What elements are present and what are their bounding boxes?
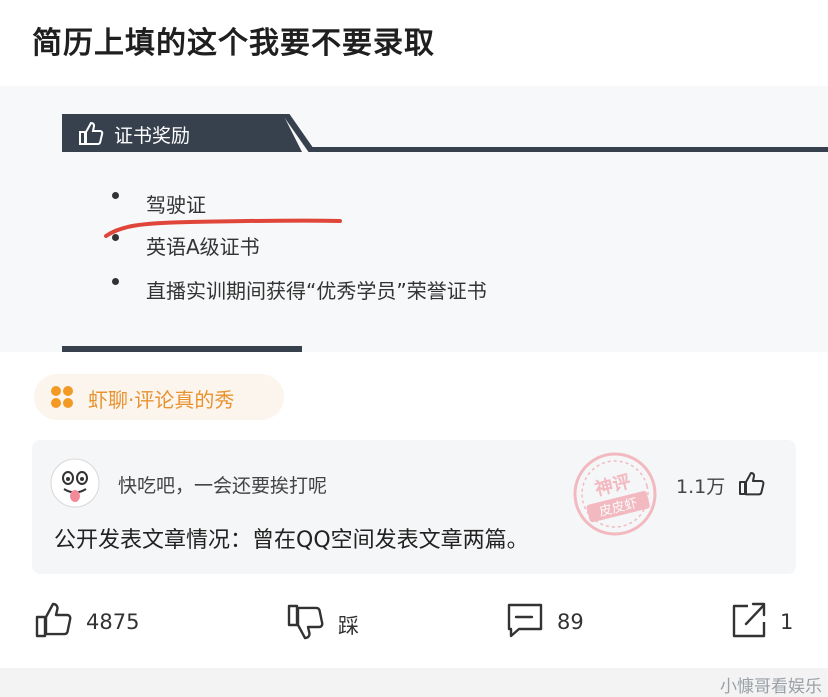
topic-tag[interactable]: 虾聊·评论真的秀 [34, 374, 284, 420]
thumbs-up-icon[interactable] [738, 470, 766, 496]
thumbs-up-icon [35, 602, 72, 638]
share-icon [732, 602, 766, 638]
list-bullet [112, 192, 119, 199]
comment-count: 89 [557, 610, 584, 634]
certificate-item: 英语A级证书 [146, 235, 260, 259]
stamp-line2: 皮皮虾 [598, 496, 639, 520]
comment-icon [507, 603, 543, 638]
featured-comment[interactable]: 快吃吧，一会还要挨打呢 神评 皮皮虾 1.1万 公开发表文章情况：曾在QQ空间发… [32, 440, 796, 574]
action-bar: 4875 踩 89 1 [0, 590, 828, 660]
certificate-item: 直播实训期间获得“优秀学员”荣誉证书 [146, 279, 487, 303]
dislike-label: 踩 [338, 614, 359, 638]
god-comment-stamp: 神评 皮皮虾 [573, 452, 657, 536]
post-title: 简历上填的这个我要不要录取 [32, 26, 435, 61]
like-count: 4875 [86, 610, 140, 634]
resume-image[interactable]: 证书奖励 驾驶证 英语A级证书 直播实训期间获得“优秀学员”荣誉证书 [0, 86, 828, 352]
list-bullet [112, 278, 119, 285]
watermark: 小慷哥看娱乐 [720, 677, 822, 697]
list-bullet [112, 234, 119, 241]
comment-like-count: 1.1万 [676, 476, 726, 498]
thumbs-down-icon [287, 604, 324, 640]
share-count: 1 [780, 610, 794, 634]
flower-icon [50, 385, 74, 409]
topic-label: 虾聊·评论真的秀 [88, 388, 235, 412]
section-header-line [312, 147, 828, 152]
next-section-bar [62, 346, 302, 352]
section-title: 证书奖励 [114, 125, 191, 147]
section-header-bar: 证书奖励 [62, 114, 302, 152]
thumbs-up-icon [79, 121, 104, 145]
bottom-divider: 小慷哥看娱乐 [0, 668, 828, 697]
comment-text: 公开发表文章情况：曾在QQ空间发表文章两篇。 [54, 528, 529, 553]
comment-username[interactable]: 快吃吧，一会还要挨打呢 [118, 471, 327, 498]
avatar[interactable] [50, 458, 100, 508]
